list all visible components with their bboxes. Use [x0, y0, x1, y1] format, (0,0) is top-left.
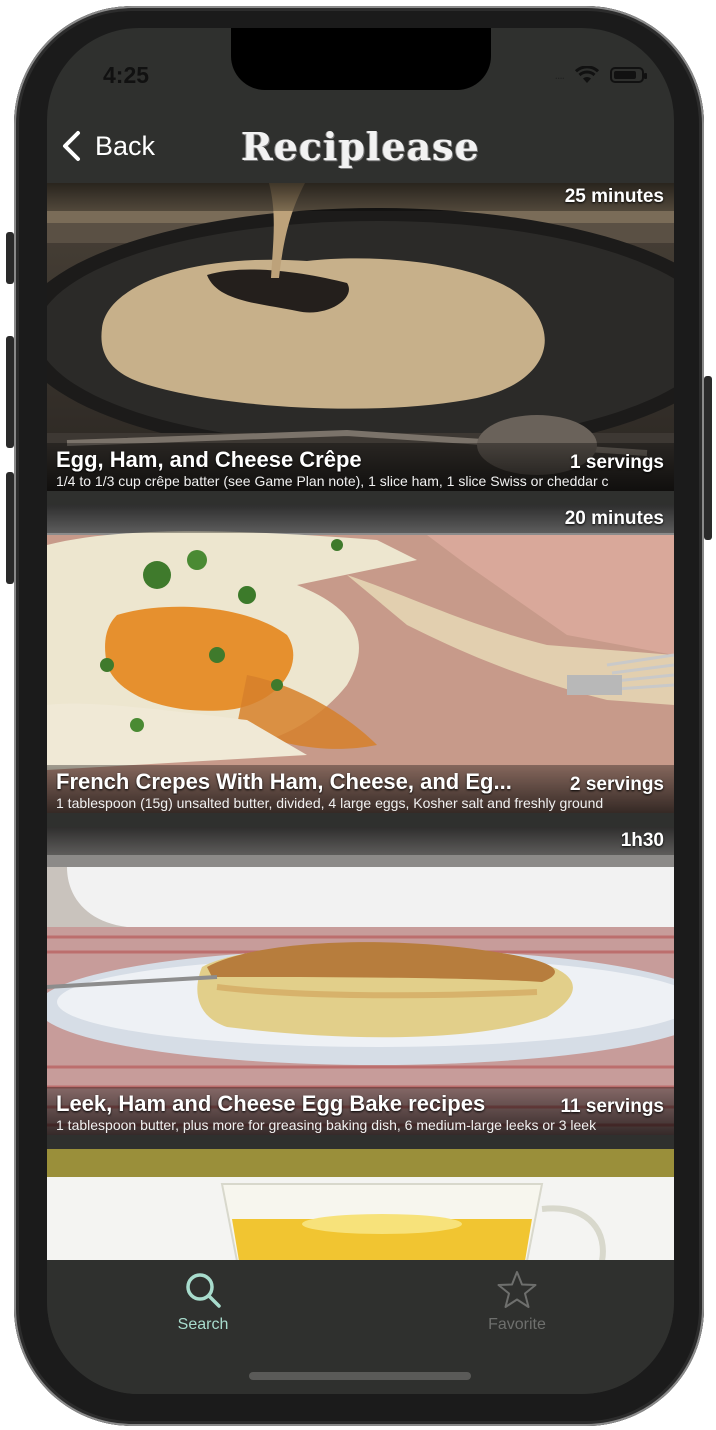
volume-up-button [6, 336, 14, 448]
recipe-time: 25 minutes [564, 186, 664, 207]
tab-favorite-label: Favorite [488, 1316, 546, 1333]
recipe-card[interactable] [47, 1149, 674, 1261]
notch [231, 28, 491, 90]
recipe-title: Leek, Ham and Cheese Egg Bake recipes [56, 1091, 486, 1116]
recipe-time: 20 minutes [564, 508, 664, 529]
status-icons: .... [554, 66, 647, 84]
recipe-servings: 11 servings [560, 1096, 664, 1117]
app-title: Reciplease [241, 124, 480, 169]
recipe-ingredients: 1 tablespoon (15g) unsalted butter, divi… [56, 795, 604, 811]
tab-search-label: Search [177, 1316, 229, 1333]
star-icon [497, 1271, 537, 1308]
recipe-time: 1h30 [620, 830, 664, 851]
search-icon [186, 1273, 221, 1308]
tab-bar: Search Favorite [47, 1260, 674, 1394]
recipe-card[interactable]: 25 minutes Egg, Ham, and Cheese Crêpe 1 … [47, 183, 674, 491]
status-time: 4:25 [103, 62, 150, 88]
power-button [704, 376, 712, 540]
recipe-title: Egg, Ham, and Cheese Crêpe [56, 447, 362, 472]
app-screen: 4:25 .... Back Reciplease 25 minutes Egg… [47, 28, 674, 1394]
tab-search[interactable]: Search [143, 1270, 263, 1334]
recipe-card[interactable]: 1h30 Leek, Ham and Cheese Egg Bake recip… [47, 827, 674, 1135]
recipe-ingredients: 1/4 to 1/3 cup crêpe batter (see Game Pl… [56, 473, 609, 489]
recipe-ingredients: 1 tablespoon butter, plus more for greas… [56, 1117, 597, 1133]
home-indicator[interactable] [249, 1372, 471, 1380]
time-band [47, 827, 674, 855]
battery-icon [610, 67, 647, 83]
signal-indicator: .... [554, 68, 565, 82]
recipe-servings: 2 servings [570, 774, 664, 795]
recipe-title: French Crepes With Ham, Cheese, and Eg..… [56, 769, 512, 794]
recipe-photo-lemon-drink [47, 1149, 674, 1261]
wifi-icon [574, 66, 600, 83]
navigation-bar: Back Reciplease [47, 116, 674, 182]
volume-down-button [6, 472, 14, 584]
recipe-servings: 1 servings [570, 452, 664, 473]
recipe-card[interactable]: 20 minutes French Crepes With Ham, Chees… [47, 505, 674, 813]
mute-switch [6, 232, 14, 284]
tab-favorite[interactable]: Favorite [457, 1270, 577, 1334]
